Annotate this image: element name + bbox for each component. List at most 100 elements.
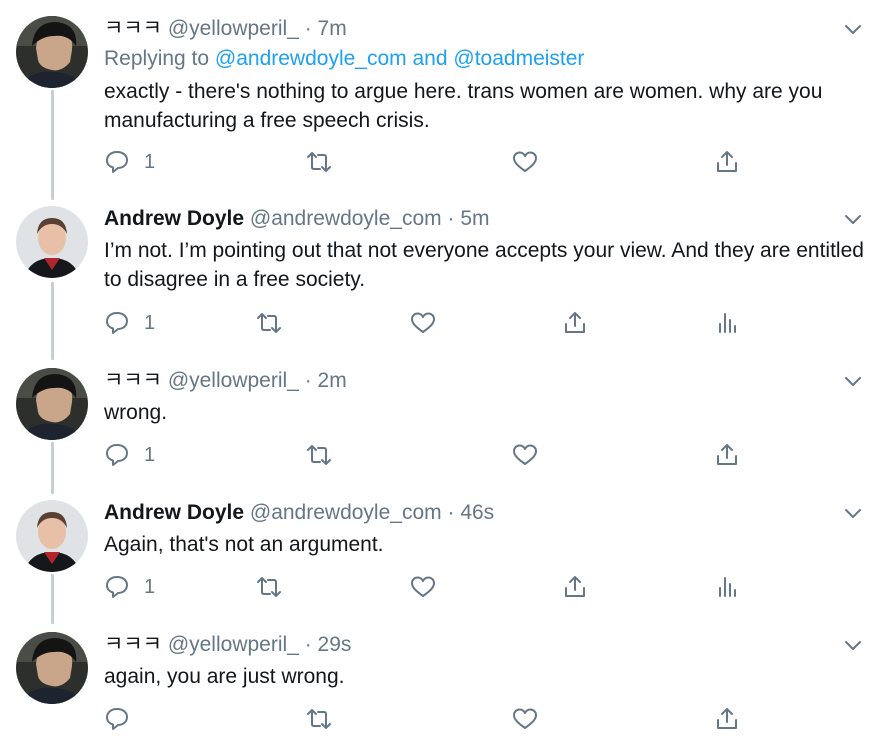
- chevron-down-icon[interactable]: [842, 370, 864, 392]
- tweet-actions: 1: [104, 147, 864, 177]
- like-button[interactable]: [410, 572, 436, 602]
- share-button[interactable]: [714, 440, 740, 470]
- display-name[interactable]: ㅋㅋㅋ: [104, 17, 162, 40]
- and-text: and: [412, 47, 448, 70]
- heart-icon: [411, 312, 435, 333]
- separator-dot: ·: [447, 207, 455, 230]
- display-name[interactable]: ㅋㅋㅋ: [104, 369, 162, 392]
- tweet-text: wrong.: [104, 401, 168, 424]
- heart-icon: [513, 444, 537, 465]
- heart-icon: [513, 151, 537, 172]
- user-handle[interactable]: @andrewdoyle_com: [250, 501, 442, 524]
- analytics-button[interactable]: [714, 572, 740, 602]
- retweet-button[interactable]: [306, 704, 332, 734]
- tweet-text: Again, that's not an argument.: [104, 533, 384, 556]
- timestamp[interactable]: 7m: [318, 17, 347, 40]
- share-icon: [717, 444, 737, 465]
- tweet-actions: [104, 704, 864, 734]
- like-button[interactable]: [512, 704, 538, 734]
- tweet-header: ㅋㅋㅋ @yellowperil_ · 7m: [104, 14, 347, 44]
- retweet-icon: [307, 152, 331, 172]
- reply-icon: [106, 708, 128, 730]
- user-handle[interactable]: @yellowperil_: [168, 17, 299, 40]
- tweet-header: ㅋㅋㅋ @yellowperil_ · 2m: [104, 366, 347, 396]
- reply-count: 1: [144, 443, 156, 466]
- mention-link[interactable]: @toadmeister: [453, 47, 584, 70]
- share-icon: [717, 708, 737, 729]
- reply-icon: [106, 151, 128, 173]
- share-icon: [565, 312, 585, 333]
- timestamp[interactable]: 29s: [318, 633, 352, 656]
- tweet[interactable]: ㅋㅋㅋ @yellowperil_ · 29s again, you are j…: [0, 630, 886, 744]
- reply-count: 1: [144, 150, 156, 173]
- tweet-text: again, you are just wrong.: [104, 665, 345, 688]
- avatar-andrewdoyle[interactable]: [16, 206, 88, 278]
- avatar-yellowperil[interactable]: [16, 368, 88, 440]
- separator-dot: ·: [304, 633, 312, 656]
- tweet-actions: 1: [104, 308, 864, 338]
- like-button[interactable]: [512, 147, 538, 177]
- separator-dot: ·: [447, 501, 455, 524]
- share-icon: [565, 576, 585, 597]
- reply-count: 1: [144, 311, 156, 334]
- heart-icon: [513, 708, 537, 729]
- tweet-actions: 1: [104, 572, 864, 602]
- share-button[interactable]: [562, 572, 588, 602]
- retweet-button[interactable]: [256, 308, 282, 338]
- display-name[interactable]: Andrew Doyle: [104, 501, 244, 524]
- tweet-header: ㅋㅋㅋ @yellowperil_ · 29s: [104, 630, 351, 660]
- avatar-andrewdoyle[interactable]: [16, 500, 88, 572]
- retweet-button[interactable]: [306, 147, 332, 177]
- timestamp[interactable]: 5m: [460, 207, 489, 230]
- retweet-button[interactable]: [306, 440, 332, 470]
- retweet-icon: [307, 445, 331, 465]
- retweet-icon: [307, 709, 331, 729]
- timestamp[interactable]: 2m: [318, 369, 347, 392]
- reply-icon: [106, 444, 128, 466]
- replying-to: Replying to @andrewdoyle_com and @toadme…: [104, 44, 584, 74]
- reply-button[interactable]: 1: [104, 440, 155, 470]
- analytics-icon: [719, 313, 736, 333]
- retweet-icon: [257, 313, 281, 333]
- display-name[interactable]: Andrew Doyle: [104, 207, 244, 230]
- avatar-yellowperil[interactable]: [16, 16, 88, 88]
- tweet[interactable]: Andrew Doyle @andrewdoyle_com · 46s Agai…: [0, 498, 886, 618]
- retweet-icon: [257, 577, 281, 597]
- reply-icon: [106, 576, 128, 598]
- tweet-text: exactly - there's nothing to argue here.…: [104, 80, 823, 132]
- reply-count: 1: [144, 575, 156, 598]
- user-handle[interactable]: @yellowperil_: [168, 369, 299, 392]
- retweet-button[interactable]: [256, 572, 282, 602]
- display-name[interactable]: ㅋㅋㅋ: [104, 633, 162, 656]
- chevron-down-icon[interactable]: [842, 634, 864, 656]
- heart-icon: [411, 576, 435, 597]
- like-button[interactable]: [512, 440, 538, 470]
- separator-dot: ·: [304, 369, 312, 392]
- reply-icon: [106, 312, 128, 334]
- reply-button[interactable]: 1: [104, 147, 155, 177]
- reply-button[interactable]: 1: [104, 572, 155, 602]
- reply-button[interactable]: 1: [104, 308, 155, 338]
- tweet-header: Andrew Doyle @andrewdoyle_com · 46s: [104, 498, 494, 528]
- mention-link[interactable]: @andrewdoyle_com: [215, 47, 407, 70]
- tweet-header: Andrew Doyle @andrewdoyle_com · 5m: [104, 204, 490, 234]
- timestamp[interactable]: 46s: [460, 501, 494, 524]
- reply-button[interactable]: [104, 704, 144, 734]
- analytics-icon: [719, 577, 736, 597]
- replying-to-label: Replying to: [104, 47, 210, 70]
- user-handle[interactable]: @yellowperil_: [168, 633, 299, 656]
- share-button[interactable]: [562, 308, 588, 338]
- analytics-button[interactable]: [714, 308, 740, 338]
- like-button[interactable]: [410, 308, 436, 338]
- share-button[interactable]: [714, 147, 740, 177]
- chevron-down-icon[interactable]: [842, 18, 864, 40]
- share-button[interactable]: [714, 704, 740, 734]
- tweet[interactable]: ㅋㅋㅋ @yellowperil_ · 2m wrong. 1: [0, 366, 886, 486]
- chevron-down-icon[interactable]: [842, 502, 864, 524]
- tweet[interactable]: ㅋㅋㅋ @yellowperil_ · 7m Replying to @andr…: [0, 14, 886, 194]
- tweet-text: I’m not. I’m pointing out that not every…: [104, 239, 864, 291]
- avatar-yellowperil[interactable]: [16, 632, 88, 704]
- tweet[interactable]: Andrew Doyle @andrewdoyle_com · 5m I’m n…: [0, 204, 886, 354]
- chevron-down-icon[interactable]: [842, 208, 864, 230]
- user-handle[interactable]: @andrewdoyle_com: [250, 207, 442, 230]
